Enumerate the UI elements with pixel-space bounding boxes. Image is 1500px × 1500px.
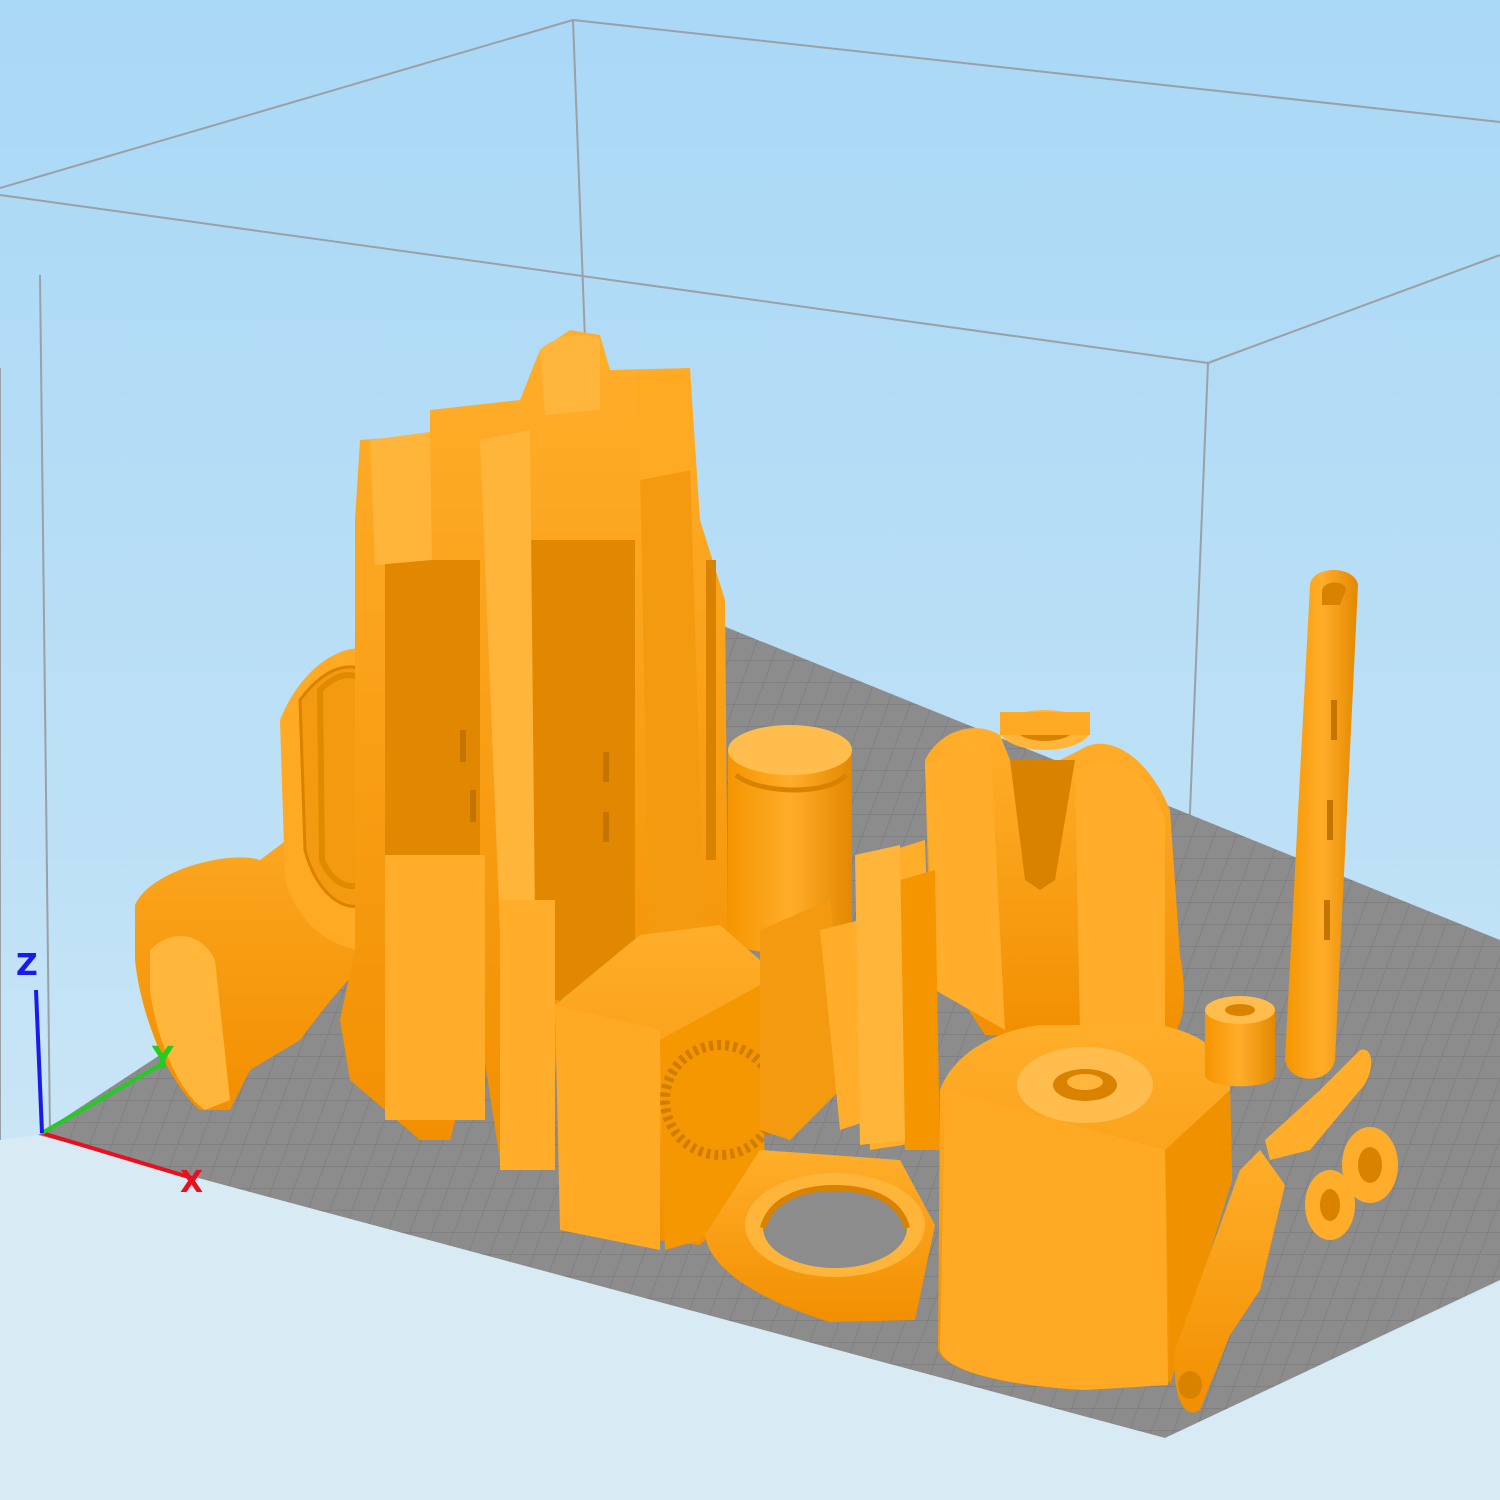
small-spacer[interactable] [1205,996,1275,1087]
scene-canvas[interactable]: X Y Z [0,0,1500,1500]
z-axis-label: Z [16,948,38,983]
y-axis-label: Y [151,1041,175,1076]
x-axis-label: X [180,1165,203,1200]
3d-viewport[interactable]: X Y Z [0,0,1500,1500]
